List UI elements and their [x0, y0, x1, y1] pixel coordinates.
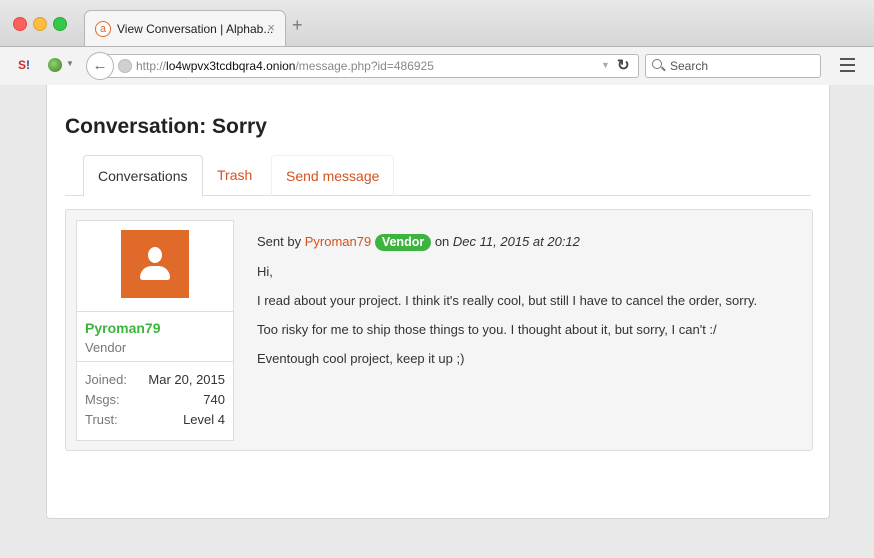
- divider: [77, 311, 233, 312]
- stat-value: Mar 20, 2015: [148, 372, 225, 387]
- stat-value: 740: [203, 392, 225, 407]
- browser-tab[interactable]: a View Conversation | Alphab... ×: [84, 10, 286, 47]
- user-name-link[interactable]: Pyroman79: [85, 320, 160, 336]
- tab-send-message[interactable]: Send message: [271, 155, 395, 196]
- vendor-badge: Vendor: [374, 234, 432, 251]
- on-label: on: [434, 234, 450, 249]
- stat-label: Trust:: [85, 412, 118, 427]
- user-icon-body: [140, 266, 170, 280]
- url-dropdown-icon[interactable]: ▼: [601, 60, 610, 70]
- page-viewport: Conversation: Sorry Conversations Trash …: [0, 85, 874, 558]
- stat-msgs: Msgs: 740: [85, 392, 225, 410]
- extension-icon[interactable]: S!: [18, 58, 30, 72]
- tab-title: View Conversation | Alphab...: [117, 22, 274, 36]
- new-tab-button[interactable]: +: [292, 16, 303, 34]
- stat-label: Joined:: [85, 372, 127, 387]
- conversation-tabs: Conversations Trash Send message: [65, 155, 811, 197]
- hamburger-menu-icon[interactable]: [840, 58, 855, 76]
- back-button[interactable]: ←: [86, 52, 114, 80]
- user-role: Vendor: [85, 340, 127, 355]
- stat-trust: Trust: Level 4: [85, 412, 225, 430]
- url-path: /message.php?id=486925: [295, 59, 434, 73]
- divider: [77, 361, 233, 362]
- chevron-down-icon[interactable]: ▼: [66, 59, 74, 68]
- extension-label-suffix: !: [26, 58, 31, 72]
- stat-value: Level 4: [183, 412, 225, 427]
- message-line: Eventough cool project, keep it up ;): [257, 351, 465, 366]
- zoom-window-button[interactable]: [53, 17, 67, 31]
- stat-label: Msgs:: [85, 392, 120, 407]
- favicon-icon: a: [95, 21, 111, 37]
- extension-label: S: [18, 58, 27, 72]
- sender-link[interactable]: Pyroman79: [305, 234, 371, 249]
- address-bar[interactable]: http://lo4wpvx3tcdbqra4.onion/message.ph…: [104, 54, 639, 78]
- message-line: Too risky for me to ship those things to…: [257, 322, 717, 337]
- sent-by-label: Sent by: [257, 234, 302, 249]
- tab-trash[interactable]: Trash: [203, 155, 266, 195]
- user-card: Pyroman79 Vendor Joined: Mar 20, 2015 Ms…: [76, 220, 234, 441]
- browser-window: a View Conversation | Alphab... × + S! ▼…: [0, 0, 874, 558]
- content-card: Conversation: Sorry Conversations Trash …: [46, 85, 830, 519]
- globe-icon: [118, 59, 132, 73]
- message-date: Dec 11, 2015 at 20:12: [452, 234, 580, 249]
- message-line: Hi,: [257, 264, 273, 279]
- tab-conversations[interactable]: Conversations: [83, 155, 203, 197]
- page-title: Conversation: Sorry: [65, 115, 267, 138]
- stat-joined: Joined: Mar 20, 2015: [85, 372, 225, 390]
- close-window-button[interactable]: [13, 17, 27, 31]
- tor-onion-icon[interactable]: [48, 58, 62, 72]
- message-line: I read about your project. I think it's …: [257, 293, 758, 308]
- search-icon: [652, 59, 662, 69]
- search-input[interactable]: Search: [645, 54, 821, 78]
- avatar: [121, 230, 189, 298]
- title-bar: a View Conversation | Alphab... × +: [0, 0, 874, 47]
- search-placeholder: Search: [670, 59, 709, 73]
- message-header: Sent by Pyroman79 Vendor on Dec 11, 2015…: [257, 234, 580, 251]
- minimize-window-button[interactable]: [33, 17, 47, 31]
- tab-close-icon[interactable]: ×: [267, 20, 275, 35]
- url-domain: lo4wpvx3tcdbqra4.onion: [166, 59, 296, 73]
- url-prefix: http://: [136, 59, 167, 73]
- reload-icon[interactable]: ↻: [617, 56, 630, 74]
- url-text[interactable]: http://lo4wpvx3tcdbqra4.onion/message.ph…: [136, 59, 434, 73]
- user-icon: [148, 247, 162, 263]
- message-panel: Pyroman79 Vendor Joined: Mar 20, 2015 Ms…: [65, 209, 813, 451]
- nav-toolbar: S! ▼ http://lo4wpvx3tcdbqra4.onion/messa…: [0, 46, 874, 86]
